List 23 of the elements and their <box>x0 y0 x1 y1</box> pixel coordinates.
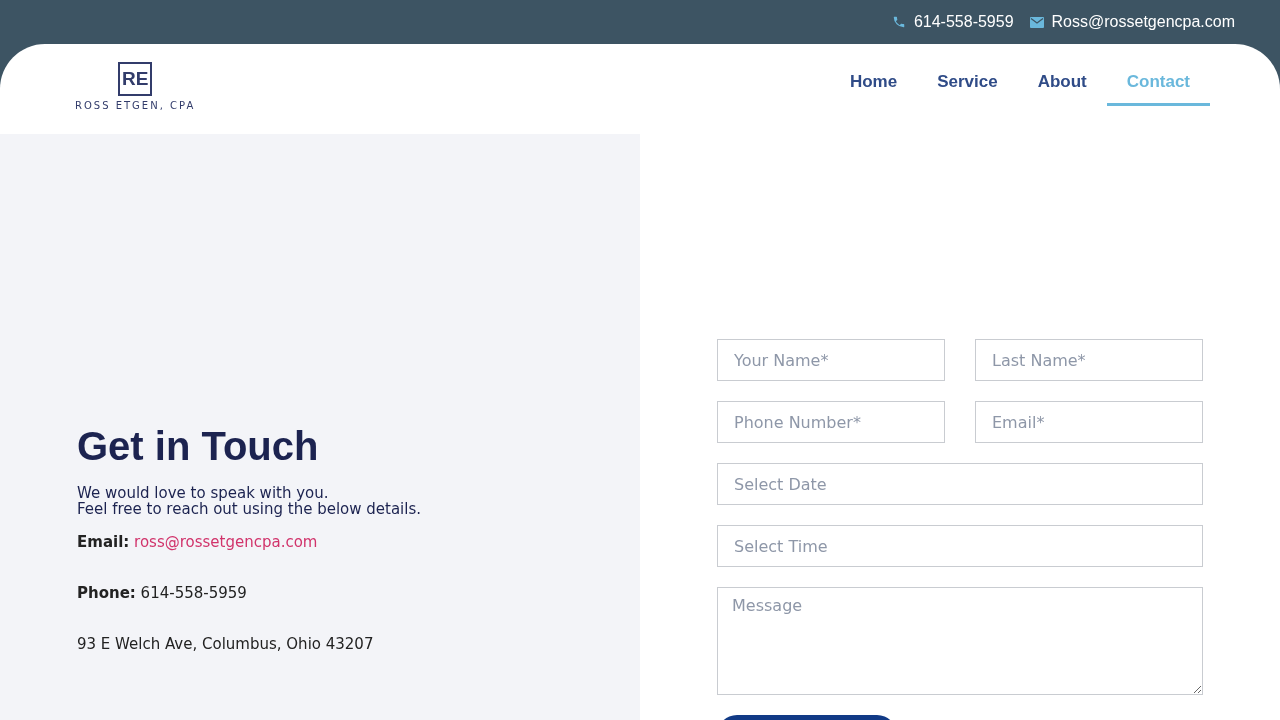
email-address[interactable]: Ross@rossetgencpa.com <box>1051 13 1235 31</box>
address-text: 93 E Welch Ave, Columbus, Ohio 43207 <box>77 635 375 653</box>
page-title: Get in Touch <box>77 424 320 469</box>
input-field[interactable]: Select Date <box>717 463 1203 505</box>
intro-text: We would love to speak with you. Feel free to reach out using the below details. <box>77 485 423 517</box>
email-link[interactable]: ross@rossetgencpa.com <box>134 533 318 551</box>
input-field[interactable]: Select Time <box>717 525 1203 567</box>
input-field[interactable]: Last Name* <box>975 339 1203 381</box>
nav-link[interactable]: Home <box>829 60 918 106</box>
logo-name: ROSS ETGEN, CPA <box>75 100 196 111</box>
nav-link[interactable]: About <box>1017 60 1107 106</box>
nav-link[interactable]: Service <box>917 60 1018 106</box>
phone-label: Phone: <box>77 584 136 602</box>
phone-text: 614-558-5959 <box>140 584 247 602</box>
email-label: Email: <box>77 533 130 551</box>
input-field[interactable]: Your Name* <box>717 339 945 381</box>
envelope-icon <box>1029 16 1044 28</box>
message-field[interactable]: Message <box>717 587 1203 695</box>
logo-mark[interactable]: RE <box>118 62 153 96</box>
phone-number[interactable]: 614-558-5959 <box>913 13 1014 31</box>
phone-icon <box>891 15 906 29</box>
input-field[interactable]: Email* <box>975 401 1203 443</box>
input-field[interactable]: Phone Number* <box>717 401 945 443</box>
